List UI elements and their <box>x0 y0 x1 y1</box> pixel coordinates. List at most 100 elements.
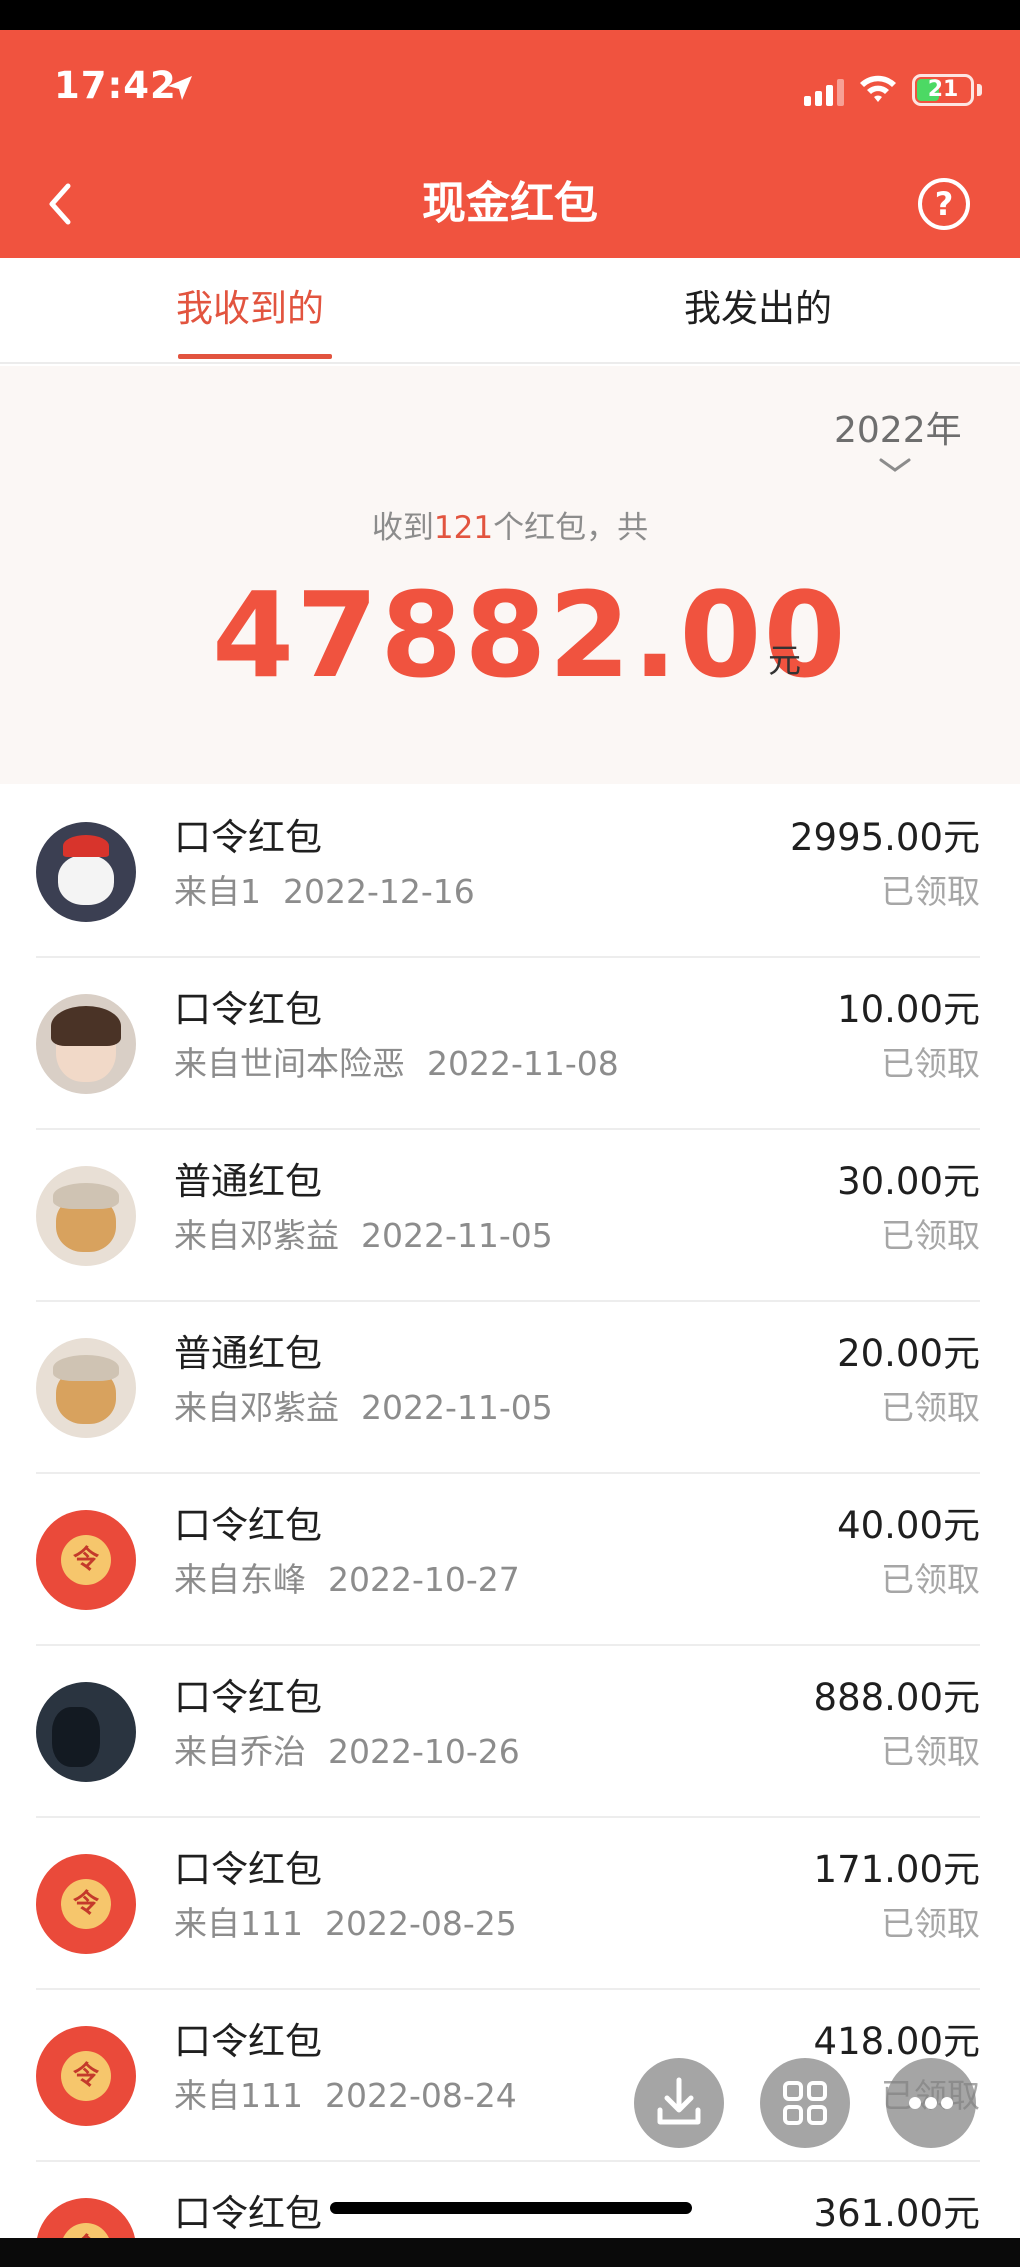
packet-meta: 来自乔治 2022-10-26 <box>174 1728 520 1776</box>
page-title: 现金红包 <box>422 178 598 229</box>
packet-amount: 40.00元 <box>837 1504 980 1547</box>
tab-sent[interactable]: 我发出的 <box>684 284 832 334</box>
packet-type: 口令红包 <box>174 1676 322 1719</box>
list-item[interactable]: 普通红包来自邓紫益 2022-11-05 20.00元已领取 <box>0 1302 1020 1474</box>
packet-date: 2022-08-25 <box>325 1904 517 1943</box>
packet-status: 已领取 <box>881 1904 980 1943</box>
list-item[interactable]: 口令红包 来自乔治 2022-10-26 888.00元 已领取 <box>0 1646 1020 1818</box>
avatar <box>36 994 136 1094</box>
packet-type: 口令红包 <box>174 2020 322 2063</box>
packet-meta: 来自世间本险恶 2022-11-08 <box>174 1040 619 1088</box>
help-icon[interactable]: ? <box>918 178 970 230</box>
packet-meta: 来自邓紫益 2022-11-05 <box>174 1212 553 1260</box>
download-icon <box>657 2077 701 2125</box>
list-item[interactable]: 令 口令红包来自东峰 2022-10-27 40.00元已领取 <box>0 1474 1020 1646</box>
bottom-strip <box>0 2238 1020 2267</box>
packet-sender: 来自世间本险恶 <box>174 1044 405 1083</box>
packet-type: 口令红包 <box>174 1848 322 1891</box>
ling-coin-icon: 令 <box>61 1879 111 1929</box>
avatar-hair <box>51 1006 121 1046</box>
summary-count-line: 收到121个红包，共 <box>0 506 1020 550</box>
tab-active-indicator <box>178 354 332 359</box>
packet-date: 2022-10-27 <box>328 1560 520 1599</box>
ling-coin-icon: 令 <box>61 2051 111 2101</box>
summary-suffix: 个红包，共 <box>493 510 649 546</box>
packet-meta: 来自111 2022-08-24 <box>174 2072 517 2120</box>
packet-status: 已领取 <box>881 1044 980 1083</box>
download-button[interactable] <box>634 2058 724 2148</box>
packet-sender: 来自东峰 <box>174 1560 306 1599</box>
packet-date: 2022-11-08 <box>427 1044 619 1083</box>
packet-type: 口令红包 <box>174 816 322 859</box>
red-packet-avatar: 令 <box>36 1854 136 1954</box>
packet-meta: 来自111 2022-08-25 <box>174 1900 517 1948</box>
total-unit: 元 <box>768 641 801 680</box>
packet-meta: 来自东峰 2022-10-27 <box>174 1556 520 1604</box>
tab-bar: 我收到的 我发出的 <box>0 258 1020 364</box>
year-select[interactable]: 2022年 <box>834 406 962 456</box>
packet-meta: 来自邓紫益 2022-11-05 <box>174 1384 553 1432</box>
packet-date: 2022-12-16 <box>283 872 475 911</box>
packet-status: 已领取 <box>881 1560 980 1599</box>
packet-amount: 171.00元 <box>813 1848 980 1891</box>
red-packet-avatar: 令 <box>36 2026 136 2126</box>
avatar <box>36 1682 136 1782</box>
summary-panel: 2022年 收到121个红包，共 47882.00 元 <box>0 366 1020 784</box>
packet-sender: 来自乔治 <box>174 1732 306 1771</box>
packet-date: 2022-11-05 <box>361 1388 553 1427</box>
nav-bar: 现金红包 ? <box>0 160 1020 250</box>
wifi-icon <box>860 75 896 102</box>
signal-icon <box>804 78 844 106</box>
tab-received[interactable]: 我收到的 <box>176 284 324 334</box>
packet-sender: 来自邓紫益 <box>174 1388 339 1427</box>
more-icon <box>909 2097 953 2109</box>
avatar <box>36 1166 136 1266</box>
packet-status: 已领取 <box>881 1732 980 1771</box>
total-amount: 47882.00 <box>212 566 848 704</box>
avatar-figure <box>58 855 114 905</box>
summary-prefix: 收到 <box>371 510 434 546</box>
status-time: 17:42 <box>54 64 177 107</box>
packet-type: 普通红包 <box>174 1160 322 1203</box>
packet-status: 已领取 <box>881 1388 980 1427</box>
list-item[interactable]: 令 口令红包来自111 2022-08-25 171.00元已领取 <box>0 1818 1020 1990</box>
list-item[interactable]: 口令红包来自世间本险恶 2022-11-08 10.00元已领取 <box>0 958 1020 1130</box>
packet-amount: 361.00元 <box>813 2192 980 2235</box>
packet-sender: 来自邓紫益 <box>174 1216 339 1255</box>
list-item[interactable]: 令口令红包来自1112022-08-24418.00元已领取 <box>0 1990 1020 2162</box>
avatar-hat <box>63 835 109 857</box>
packet-amount: 2995.00元 <box>789 816 980 859</box>
avatar <box>36 1338 136 1438</box>
home-indicator <box>330 2202 692 2214</box>
packet-sender: 来自1 <box>174 872 261 911</box>
packet-amount: 20.00元 <box>837 1332 980 1375</box>
packet-date: 2022-08-24 <box>325 2076 517 2115</box>
packet-amount: 30.00元 <box>837 1160 980 1203</box>
packet-type: 普通红包 <box>174 1332 322 1375</box>
avatar-figure <box>52 1707 100 1767</box>
avatar-hat <box>53 1183 119 1209</box>
chevron-down-icon[interactable] <box>878 456 912 474</box>
packet-meta: 来自1 2022-12-16 <box>174 868 475 916</box>
list-item[interactable]: 口令红包 来自1 2022-12-16 2995.00元 已领取 <box>0 786 1020 958</box>
red-packet-avatar: 令 <box>36 1510 136 1610</box>
avatar <box>36 822 136 922</box>
ling-coin-icon: 令 <box>61 1535 111 1585</box>
packet-type: 口令红包 <box>174 2192 322 2235</box>
list-item[interactable]: 普通红包 来自邓紫益 2022-11-05 30.00元 已领取 <box>0 1130 1020 1302</box>
avatar-hat <box>53 1355 119 1381</box>
location-arrow-icon <box>168 76 192 100</box>
packet-date: 2022-11-05 <box>361 1216 553 1255</box>
more-button[interactable] <box>886 2058 976 2148</box>
packet-type: 口令红包 <box>174 1504 322 1547</box>
grid-icon <box>783 2081 827 2125</box>
status-bar: 17:42 21 <box>0 30 1020 150</box>
top-strip <box>0 0 1020 30</box>
summary-count: 121 <box>433 510 494 546</box>
battery-icon: 21 <box>912 74 974 106</box>
battery-tip <box>977 84 982 96</box>
packet-amount: 10.00元 <box>837 988 980 1031</box>
grid-button[interactable] <box>760 2058 850 2148</box>
battery-level: 21 <box>927 77 959 102</box>
packet-type: 口令红包 <box>174 988 322 1031</box>
